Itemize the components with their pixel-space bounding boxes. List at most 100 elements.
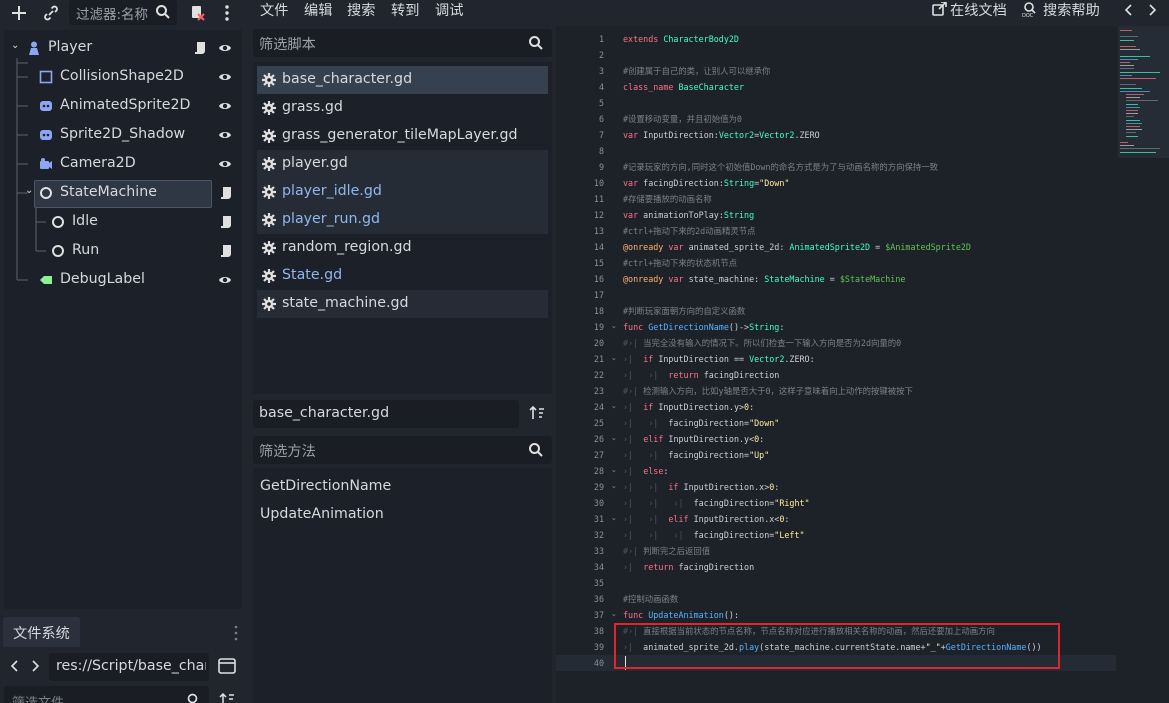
menu-search[interactable]: 搜索 [347, 0, 375, 20]
menu-debug[interactable]: 调试 [435, 0, 463, 20]
fold-arrow-icon[interactable]: › [605, 485, 621, 490]
script-list-item[interactable]: random_region.gd [257, 234, 548, 262]
fold-arrow-icon[interactable]: › [605, 357, 621, 362]
script-list-item[interactable]: base_character.gd [257, 66, 548, 94]
script-list-item[interactable]: player_run.gd [257, 206, 548, 234]
fold-arrow-icon[interactable]: › [605, 517, 621, 522]
script-list-item[interactable]: grass_generator_tileMapLayer.gd [257, 122, 548, 150]
scene-node-row[interactable]: Camera2D [4, 150, 242, 178]
scene-node-row[interactable]: Run [4, 237, 242, 265]
script-list-item[interactable]: player.gd [257, 150, 548, 178]
script-filter-input[interactable]: 筛选脚本 [253, 29, 552, 57]
forward-arrow-icon[interactable] [30, 659, 40, 673]
minimap-line [1126, 110, 1138, 111]
line-number: 23 [593, 386, 604, 396]
sort-icon[interactable] [219, 693, 235, 703]
code-text: ›| ›| ›| facingDirection="Right" [623, 498, 810, 508]
filesystem-filter-input[interactable]: 筛选文件 [4, 686, 209, 703]
code-line: 3 #创建属于自己的类，让别人可以继承你 [556, 63, 1116, 79]
line-number: 40 [593, 658, 604, 668]
instance-link-icon[interactable] [40, 2, 62, 24]
add-node-icon[interactable] [8, 2, 30, 24]
code-line: 8 [556, 143, 1116, 159]
line-number: 27 [593, 450, 604, 460]
fold-arrow-icon[interactable]: › [605, 325, 621, 330]
code-line: 7 var InputDirection:Vector2=Vector2.ZERO [556, 127, 1116, 143]
scene-node-label: Camera2D [60, 155, 136, 171]
code-line: 14 @onready var animated_sprite_2d: Anima… [556, 239, 1116, 255]
filesystem-path-input[interactable]: res://Script/base_char [49, 653, 209, 681]
script-list-item[interactable]: state_machine.gd [257, 290, 548, 318]
collapse-arrow-icon[interactable]: ⌄ [25, 185, 33, 196]
script-attached-icon[interactable] [220, 186, 232, 200]
script-name: state_machine.gd [282, 295, 409, 311]
fold-arrow-icon[interactable]: › [605, 613, 621, 618]
script-attached-icon[interactable] [220, 215, 232, 229]
code-minimap[interactable] [1118, 26, 1169, 158]
fold-arrow-icon[interactable]: › [605, 437, 621, 442]
external-link-icon [932, 2, 947, 16]
code-editor[interactable]: 1 extends CharacterBody2D 2 3 #创建属于自己的类，让别人可… [556, 26, 1169, 703]
gear-icon [262, 241, 276, 255]
minimap-line [1120, 39, 1134, 41]
search-help-label: 搜索帮助 [1043, 3, 1100, 19]
filesystem-tab[interactable]: 文件系统 [3, 617, 80, 647]
script-list-item[interactable]: grass.gd [257, 94, 548, 122]
visibility-eye-icon[interactable] [218, 158, 232, 170]
visibility-eye-icon[interactable] [218, 274, 232, 286]
menu-edit[interactable]: 编辑 [304, 0, 332, 20]
script-filter-placeholder: 筛选脚本 [259, 37, 316, 53]
visibility-eye-icon[interactable] [218, 100, 232, 112]
method-filter-input[interactable]: 筛选方法 [253, 436, 552, 464]
scene-node-row[interactable]: DebugLabel [4, 266, 242, 294]
code-text: ›| ›| return facingDirection [623, 370, 780, 380]
script-attached-icon[interactable] [194, 41, 206, 55]
next-script-icon[interactable] [1147, 3, 1157, 17]
method-item[interactable]: GetDirectionName [260, 478, 391, 494]
method-item[interactable]: UpdateAnimation [260, 506, 384, 522]
menu-goto[interactable]: 转到 [391, 0, 419, 20]
script-attached-icon[interactable] [220, 244, 232, 258]
line-number: 4 [598, 82, 604, 92]
minimap-line [1120, 71, 1160, 73]
scene-node-row[interactable]: Sprite2D_Shadow [4, 121, 242, 149]
visibility-eye-icon[interactable] [218, 42, 232, 54]
collapse-arrow-icon[interactable]: ⌄ [11, 40, 19, 51]
line-number: 29 [593, 482, 604, 492]
code-line: 20 #›| 当完全没有输入的情况下。所以们检查一下输入方向是否为2d向量的0 [556, 335, 1116, 351]
prev-script-icon[interactable] [1124, 3, 1134, 17]
menu-file[interactable]: 文件 [260, 0, 288, 20]
scene-filter-placeholder: 过滤器:名称 [76, 7, 149, 23]
sprite-icon [40, 130, 52, 140]
visibility-eye-icon[interactable] [218, 71, 232, 83]
script-remove-icon[interactable] [186, 2, 208, 24]
fold-arrow-icon[interactable]: › [605, 405, 621, 410]
code-text: #ctrl+拖动下来的状态机节点 [623, 258, 738, 268]
code-line: 15 #ctrl+拖动下来的状态机节点 [556, 255, 1116, 271]
dock-grip-icon[interactable] [234, 625, 238, 641]
code-line: 29 › ›| ›| if InputDirection.x>0: [556, 479, 1116, 495]
fold-arrow-icon[interactable]: › [605, 469, 621, 474]
minimap-line [1126, 94, 1144, 95]
code-line: 34 ›| return facingDirection [556, 559, 1116, 575]
scene-node-row[interactable]: CollisionShape2D [4, 63, 242, 91]
scene-node-row[interactable]: ⌄ Player [4, 34, 242, 62]
sort-methods-icon[interactable] [529, 405, 545, 421]
script-list-item[interactable]: player_idle.gd [257, 178, 548, 206]
code-line: 23 #›| 检测输入方向，比如y轴是否大于0，这样子意味着向上动作的按键被按下 [556, 383, 1116, 399]
visibility-eye-icon[interactable] [218, 129, 232, 141]
line-number: 33 [593, 546, 604, 556]
scene-node-row[interactable]: AnimatedSprite2D [4, 92, 242, 120]
code-text: var animationToPlay:String [623, 210, 755, 220]
node-circle-icon [52, 216, 64, 228]
back-arrow-icon[interactable] [10, 659, 20, 673]
code-line: 27 ›| ›| facingDirection="Up" [556, 447, 1116, 463]
more-menu-icon[interactable] [216, 2, 238, 24]
scene-node-row[interactable]: ⌄ StateMachine [4, 179, 242, 207]
gear-icon [262, 101, 276, 115]
script-list-item[interactable]: State.gd [257, 262, 548, 290]
scene-filter-input[interactable]: 过滤器:名称 [69, 0, 177, 25]
line-number: 5 [598, 98, 604, 108]
toggle-split-icon[interactable] [218, 658, 236, 674]
scene-node-row[interactable]: Idle [4, 208, 242, 236]
